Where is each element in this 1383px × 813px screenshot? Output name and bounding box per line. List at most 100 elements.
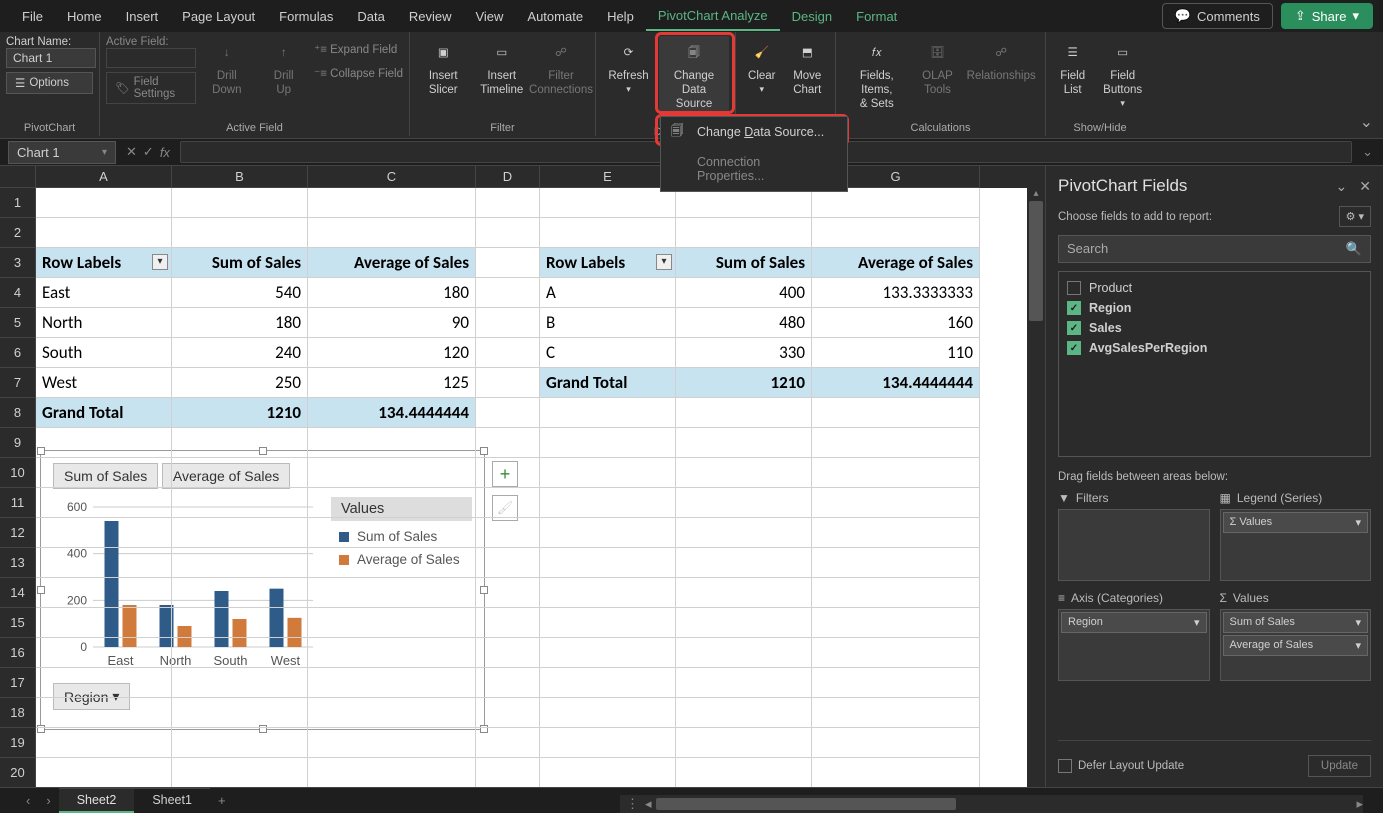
row-header-3[interactable]: 3 xyxy=(0,248,36,278)
row-header-11[interactable]: 11 xyxy=(0,488,36,518)
area-tag-region[interactable]: Region▾ xyxy=(1061,612,1207,633)
cell-G7[interactable]: 134.4444444 xyxy=(812,368,980,398)
horizontal-scrollbar[interactable]: ⋮◂ ▸ xyxy=(620,795,1363,813)
field-sales[interactable]: Sales xyxy=(1065,318,1364,338)
cell-F4[interactable]: 400 xyxy=(676,278,812,308)
menu-design[interactable]: Design xyxy=(780,3,844,30)
row-header-10[interactable]: 10 xyxy=(0,458,36,488)
ribbon-collapse-button[interactable]: ⌄ xyxy=(1360,112,1373,132)
row-header-19[interactable]: 19 xyxy=(0,728,36,758)
menu-format[interactable]: Format xyxy=(844,3,909,30)
fx-icon[interactable]: fx xyxy=(160,145,170,160)
field-region[interactable]: Region xyxy=(1065,298,1364,318)
row-header-9[interactable]: 9 xyxy=(0,428,36,458)
refresh-button[interactable]: ⟳Refresh▾ xyxy=(602,36,655,99)
cancel-icon[interactable]: ✕ xyxy=(126,144,137,160)
cell-C6[interactable]: 120 xyxy=(308,338,476,368)
dropdown-change-data-source[interactable]: 🗐 Change Data Source... xyxy=(661,117,847,147)
cell-G6[interactable]: 110 xyxy=(812,338,980,368)
cell-C7[interactable]: 125 xyxy=(308,368,476,398)
menu-home[interactable]: Home xyxy=(55,3,114,30)
column-header-D[interactable]: D xyxy=(476,166,540,188)
cell-B6[interactable]: 240 xyxy=(172,338,308,368)
cell-B5[interactable]: 180 xyxy=(172,308,308,338)
menu-page-layout[interactable]: Page Layout xyxy=(170,3,267,30)
cell-F5[interactable]: 480 xyxy=(676,308,812,338)
cell-C3[interactable]: Average of Sales xyxy=(308,248,476,278)
cell-A6[interactable]: South xyxy=(36,338,172,368)
cell-B8[interactable]: 1210 xyxy=(172,398,308,428)
row-header-18[interactable]: 18 xyxy=(0,698,36,728)
field-buttons-button[interactable]: ▭Field Buttons▾ xyxy=(1097,36,1148,112)
menu-formulas[interactable]: Formulas xyxy=(267,3,345,30)
legend-dropzone[interactable]: Σ Values▾ xyxy=(1220,509,1372,581)
field-avgsalesperregion[interactable]: AvgSalesPerRegion xyxy=(1065,338,1364,358)
search-input[interactable]: Search 🔍 xyxy=(1058,235,1371,263)
row-header-1[interactable]: 1 xyxy=(0,188,36,218)
column-header-E[interactable]: E xyxy=(540,166,676,188)
menu-file[interactable]: File xyxy=(10,3,55,30)
column-header-B[interactable]: B xyxy=(172,166,308,188)
row-header-5[interactable]: 5 xyxy=(0,308,36,338)
column-header-C[interactable]: C xyxy=(308,166,476,188)
cell-B7[interactable]: 250 xyxy=(172,368,308,398)
cell-A4[interactable]: East xyxy=(36,278,172,308)
clear-button[interactable]: 🧹Clear▾ xyxy=(742,36,782,99)
row-header-20[interactable]: 20 xyxy=(0,758,36,787)
vertical-scrollbar[interactable]: ▴ xyxy=(1027,188,1045,787)
cell-A8[interactable]: Grand Total xyxy=(36,398,172,428)
cell-G3[interactable]: Average of Sales xyxy=(812,248,980,278)
move-chart-button[interactable]: ⬒Move Chart xyxy=(786,36,829,102)
change-data-source-button[interactable]: 🗐Change Data Source▾ xyxy=(659,36,729,126)
row-header-15[interactable]: 15 xyxy=(0,608,36,638)
row-header-8[interactable]: 8 xyxy=(0,398,36,428)
cell-G4[interactable]: 133.3333333 xyxy=(812,278,980,308)
tab-prev-button[interactable]: ‹ xyxy=(18,789,38,812)
field-list-button[interactable]: ☰Field List xyxy=(1052,36,1093,102)
row-header-4[interactable]: 4 xyxy=(0,278,36,308)
area-tag-values[interactable]: Σ Values▾ xyxy=(1223,512,1369,533)
area-tag-sum-of-sales[interactable]: Sum of Sales▾ xyxy=(1223,612,1369,633)
select-all-corner[interactable] xyxy=(0,166,36,188)
row-header-12[interactable]: 12 xyxy=(0,518,36,548)
cell-E6[interactable]: C xyxy=(540,338,676,368)
cell-A7[interactable]: West xyxy=(36,368,172,398)
cell-F3[interactable]: Sum of Sales xyxy=(676,248,812,278)
formula-expand-icon[interactable]: ⌄ xyxy=(1352,144,1383,160)
field-list[interactable]: ProductRegionSalesAvgSalesPerRegion xyxy=(1058,271,1371,457)
cell-B3[interactable]: Sum of Sales xyxy=(172,248,308,278)
menu-data[interactable]: Data xyxy=(345,3,396,30)
menu-help[interactable]: Help xyxy=(595,3,646,30)
cell-C4[interactable]: 180 xyxy=(308,278,476,308)
field-product[interactable]: Product xyxy=(1065,278,1364,298)
cell-A5[interactable]: North xyxy=(36,308,172,338)
values-dropzone[interactable]: Sum of Sales▾Average of Sales▾ xyxy=(1220,609,1372,681)
cell-C5[interactable]: 90 xyxy=(308,308,476,338)
row-header-2[interactable]: 2 xyxy=(0,218,36,248)
defer-layout-checkbox[interactable]: Defer Layout Update xyxy=(1058,759,1184,773)
column-header-A[interactable]: A xyxy=(36,166,172,188)
insert-slicer-button[interactable]: ▣Insert Slicer xyxy=(416,36,471,102)
row-labels-filter-1[interactable]: ▾ xyxy=(152,254,168,270)
row-header-14[interactable]: 14 xyxy=(0,578,36,608)
cell-F6[interactable]: 330 xyxy=(676,338,812,368)
enter-icon[interactable]: ✓ xyxy=(143,144,154,160)
share-button[interactable]: ⇪ Share ▾ xyxy=(1281,3,1373,29)
chart-name-input[interactable] xyxy=(6,48,96,68)
cell-E7[interactable]: Grand Total xyxy=(540,368,676,398)
cell-B4[interactable]: 540 xyxy=(172,278,308,308)
cell-E5[interactable]: B xyxy=(540,308,676,338)
update-button[interactable]: Update xyxy=(1308,755,1371,777)
area-tag-average-of-sales[interactable]: Average of Sales▾ xyxy=(1223,635,1369,656)
row-header-7[interactable]: 7 xyxy=(0,368,36,398)
cell-C8[interactable]: 134.4444444 xyxy=(308,398,476,428)
menu-review[interactable]: Review xyxy=(397,3,464,30)
cell-F7[interactable]: 1210 xyxy=(676,368,812,398)
menu-automate[interactable]: Automate xyxy=(515,3,595,30)
name-box[interactable]: Chart 1 ▾ xyxy=(8,141,116,164)
row-header-16[interactable]: 16 xyxy=(0,638,36,668)
cell-E4[interactable]: A xyxy=(540,278,676,308)
tab-next-button[interactable]: › xyxy=(38,789,58,812)
tools-button[interactable]: ⚙▾ xyxy=(1339,206,1371,227)
new-sheet-button[interactable]: + xyxy=(210,789,234,812)
